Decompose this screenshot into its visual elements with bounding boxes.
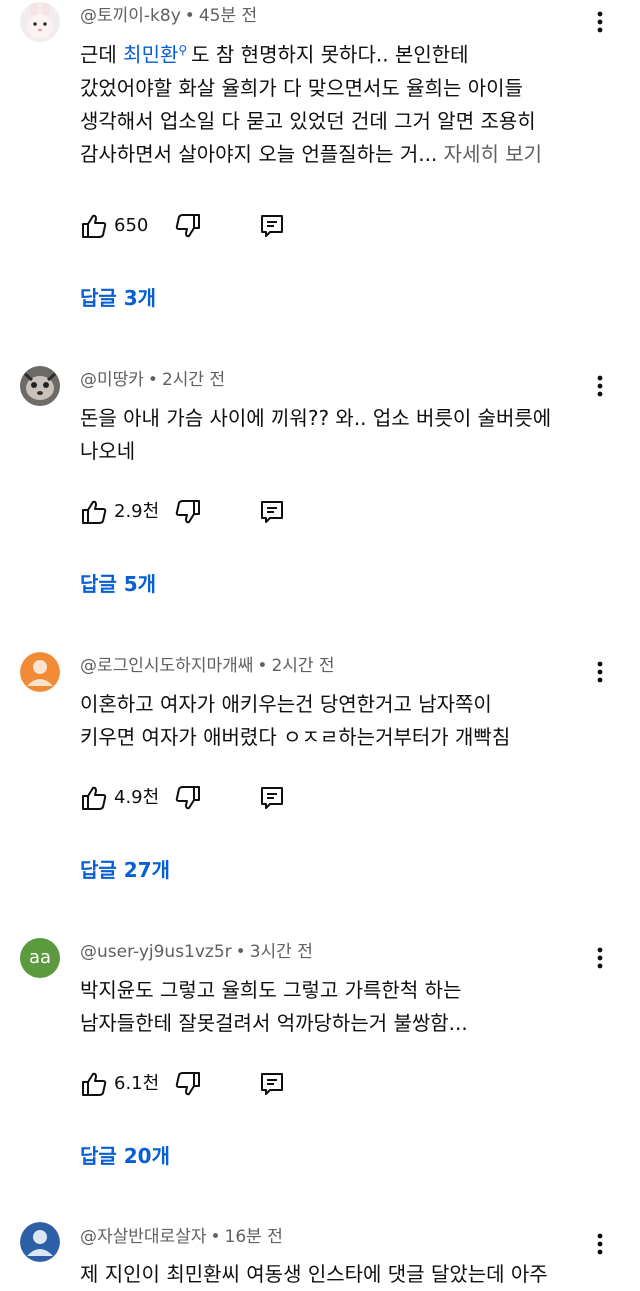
more-vert-icon[interactable] <box>590 946 610 970</box>
comment-lead: 근데 <box>80 42 117 67</box>
more-vert-icon[interactable] <box>590 10 610 34</box>
avatar[interactable] <box>20 1222 60 1262</box>
avatar[interactable] <box>20 366 60 406</box>
comment-text: 돈을 아내 가슴 사이에 끼워?? 와.. 업소 버릇이 술버릇에 나오네 <box>80 406 552 463</box>
comment-author[interactable]: @토끼이-k8y <box>80 6 181 26</box>
comment-actions: 6.1천 <box>80 1070 300 1100</box>
comment-reply-icon[interactable] <box>258 1070 286 1098</box>
comment-author[interactable]: @미땅카 <box>80 370 144 390</box>
comment-time: 3시간 전 <box>249 942 313 962</box>
thumb-down-icon[interactable] <box>174 498 202 526</box>
comment-time: 2시간 전 <box>161 370 226 390</box>
comment-time: 45분 전 <box>198 6 258 26</box>
comment-author[interactable]: @로그인시도하지마개쌔 <box>80 656 253 676</box>
comment-meta: @user-yj9us1vz5r • 3시간 전 <box>80 942 313 962</box>
read-more-link[interactable]: 자세히 보기 <box>444 142 542 166</box>
replies-button[interactable]: 답글 20개 <box>80 1142 170 1170</box>
more-vert-icon[interactable] <box>590 374 610 398</box>
search-icon[interactable]: ⚲ <box>178 43 187 57</box>
comment-author[interactable]: @자살반대로살자 <box>80 1227 206 1247</box>
comment-text: 이혼하고 여자가 애키우는건 당연한거고 남자쪽이 키우면 여자가 애버렸다 ㅇ… <box>80 692 511 749</box>
comment-actions: 2.9천 <box>80 498 300 528</box>
comment-text: 근데 최민환⚲ 도 참 현명하지 못하다.. 본인한테 갔었어야할 화살 율희가 … <box>80 42 543 166</box>
replies-button[interactable]: 답글 5개 <box>80 570 156 598</box>
comment-meta: @자살반대로살자 • 16분 전 <box>80 1227 283 1247</box>
comment-reply-icon[interactable] <box>258 498 286 526</box>
comment-meta: @미땅카 • 2시간 전 <box>80 370 226 390</box>
like-count: 650 <box>114 215 149 236</box>
comment-reply-icon[interactable] <box>258 212 286 240</box>
more-vert-icon[interactable] <box>590 1232 610 1256</box>
replies-button[interactable]: 답글 27개 <box>80 856 170 884</box>
thumb-down-icon[interactable] <box>174 212 202 240</box>
thumb-down-icon[interactable] <box>174 1070 202 1098</box>
replies-button[interactable]: 답글 3개 <box>80 284 156 312</box>
thumb-up-icon[interactable] <box>80 212 108 240</box>
comment-meta: @로그인시도하지마개쌔 • 2시간 전 <box>80 656 335 676</box>
comment-actions: 4.9천 <box>80 784 300 814</box>
thumb-down-icon[interactable] <box>174 784 202 812</box>
avatar[interactable]: aa <box>20 938 60 978</box>
comment-time: 2시간 전 <box>271 656 335 676</box>
comment-time: 16분 전 <box>224 1227 283 1247</box>
like-count: 2.9천 <box>114 501 160 522</box>
comment-actions: 650 <box>80 212 300 242</box>
like-count: 4.9천 <box>114 787 160 808</box>
thumb-up-icon[interactable] <box>80 498 108 526</box>
more-vert-icon[interactable] <box>590 660 610 684</box>
thumb-up-icon[interactable] <box>80 1070 108 1098</box>
comment-meta: @토끼이-k8y • 45분 전 <box>80 6 258 26</box>
comment-text: 박지윤도 그렇고 율희도 그렇고 가륵한척 하는 남자들한테 잘못걸려서 억까당… <box>80 978 468 1035</box>
comment-author[interactable]: @user-yj9us1vz5r <box>80 942 232 962</box>
like-count: 6.1천 <box>114 1073 160 1094</box>
avatar[interactable] <box>20 2 60 42</box>
thumb-up-icon[interactable] <box>80 784 108 812</box>
comment-reply-icon[interactable] <box>258 784 286 812</box>
avatar[interactable] <box>20 652 60 692</box>
avatar-initials: aa <box>28 947 52 968</box>
comment-text: 제 지인이 최민환씨 여동생 인스타에 댓글 달았는데 아주 <box>80 1262 548 1286</box>
mention-link[interactable]: 최민환 <box>123 43 178 67</box>
